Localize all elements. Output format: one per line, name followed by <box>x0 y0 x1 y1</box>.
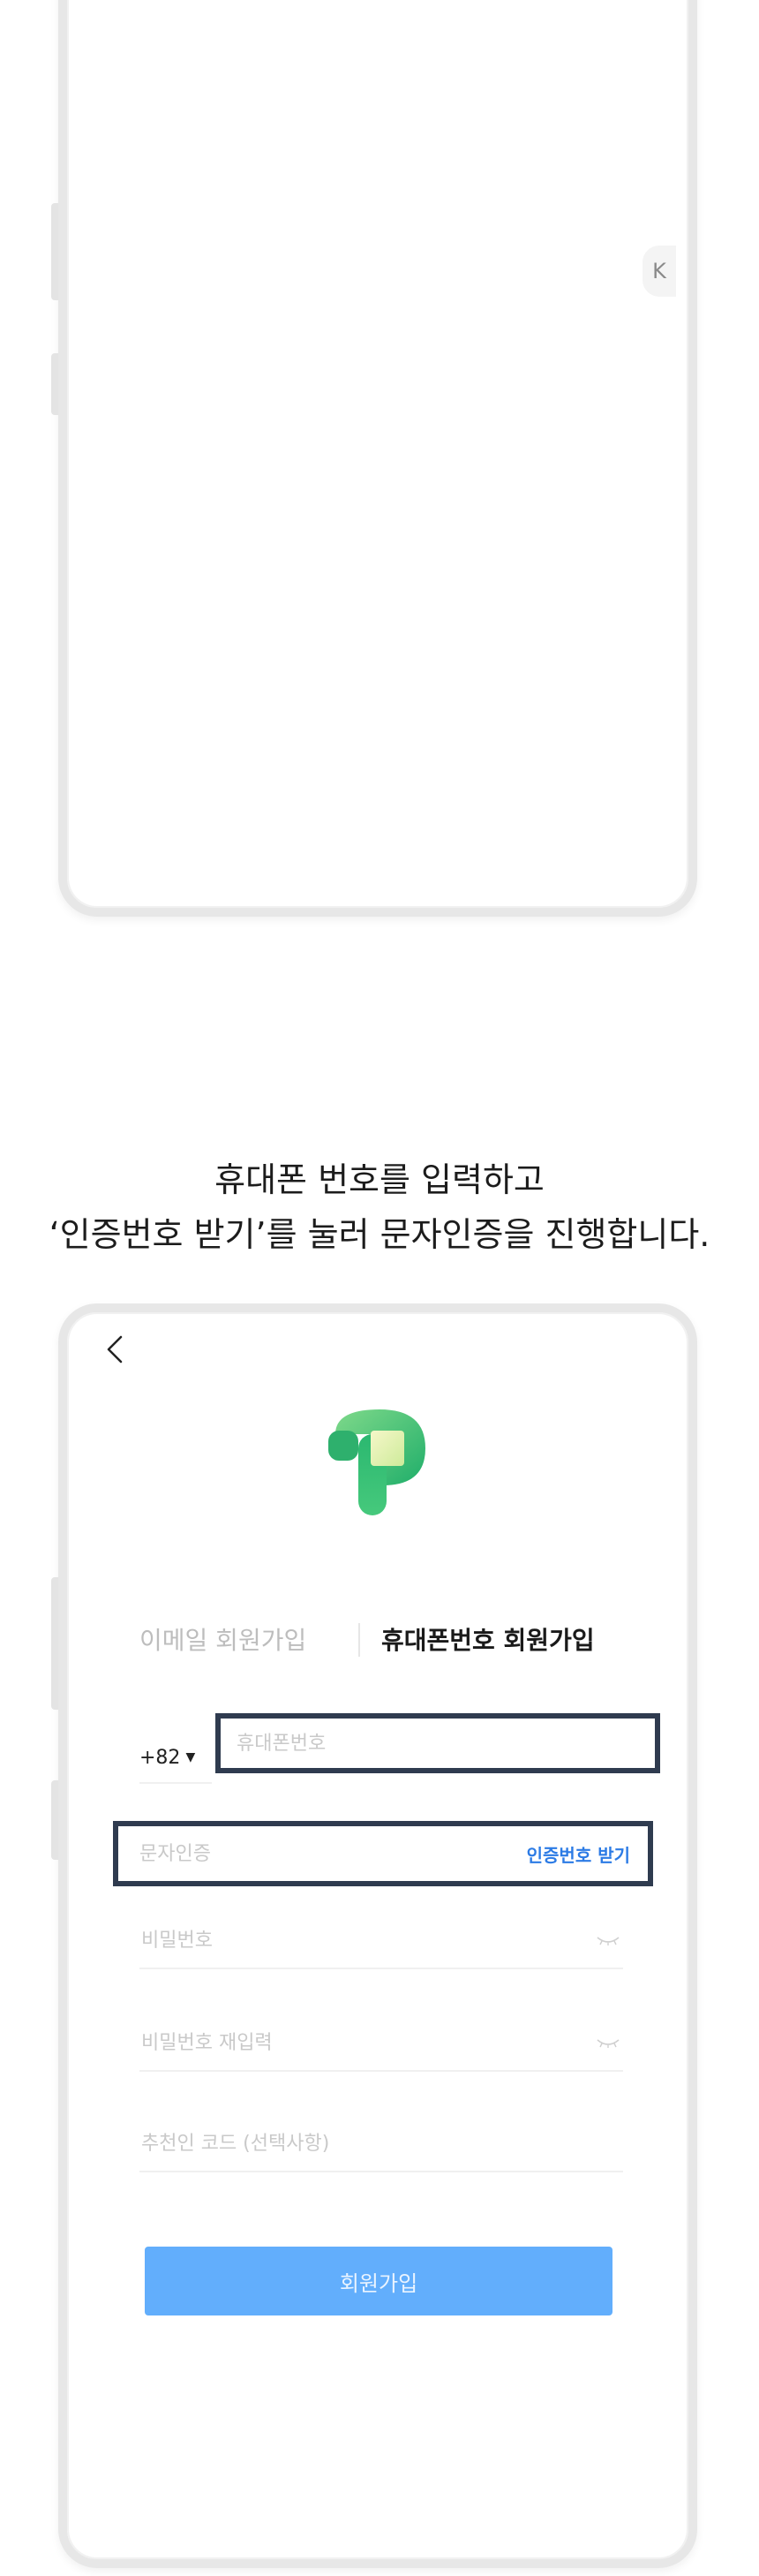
tab-phone-signup[interactable]: 휴대폰번호 회원가입 <box>381 1621 595 1657</box>
back-button[interactable] <box>97 1332 132 1367</box>
phone-side-button <box>51 1577 58 1710</box>
caption-line-1: 휴대폰 번호를 입력하고 <box>214 1160 545 1199</box>
back-arrow-icon <box>107 1335 123 1364</box>
phone-side-button <box>51 1780 58 1860</box>
password-confirm-field <box>139 2015 623 2072</box>
referral-code-input[interactable] <box>139 2131 623 2156</box>
password-confirm-input[interactable] <box>139 2030 593 2055</box>
sms-verification-field: 인증번호 받기 <box>113 1821 653 1886</box>
referral-code-field <box>139 2116 623 2172</box>
country-code-value: +82 <box>139 1746 181 1769</box>
tab-divider <box>358 1623 360 1657</box>
app-logo-icon <box>327 1404 432 1519</box>
eye-closed-icon[interactable] <box>593 2034 623 2051</box>
signup-tabs: 이메일 회원가입 휴대폰번호 회원가입 <box>67 1621 688 1666</box>
side-tab-k[interactable]: K <box>643 246 676 297</box>
caret-down-icon: ▼ <box>185 1750 196 1764</box>
phone-frame-bottom: 이메일 회원가입 휴대폰번호 회원가입 +82 ▼ 인증번호 받기 <box>51 1303 697 2568</box>
caption-line-2: ‘인증번호 받기’를 눌러 문자인증을 진행합니다. <box>49 1215 710 1254</box>
password-input[interactable] <box>139 1928 593 1953</box>
signup-screen: 이메일 회원가입 휴대폰번호 회원가입 +82 ▼ 인증번호 받기 <box>67 1312 688 2559</box>
country-code-select[interactable]: +82 ▼ <box>139 1733 212 1784</box>
phone-side-button <box>51 353 58 415</box>
eye-closed-icon[interactable] <box>593 1931 623 1949</box>
phone-frame-top: K <box>51 0 697 917</box>
request-code-button[interactable]: 인증번호 받기 <box>527 1841 630 1867</box>
phone-number-field <box>215 1713 660 1773</box>
phone-side-button <box>51 203 58 300</box>
phone-number-input[interactable] <box>235 1731 655 1756</box>
password-field <box>139 1913 623 1969</box>
signup-submit-button[interactable]: 회원가입 <box>145 2247 612 2315</box>
tab-email-signup[interactable]: 이메일 회원가입 <box>139 1621 335 1657</box>
sms-code-input[interactable] <box>138 1841 527 1866</box>
